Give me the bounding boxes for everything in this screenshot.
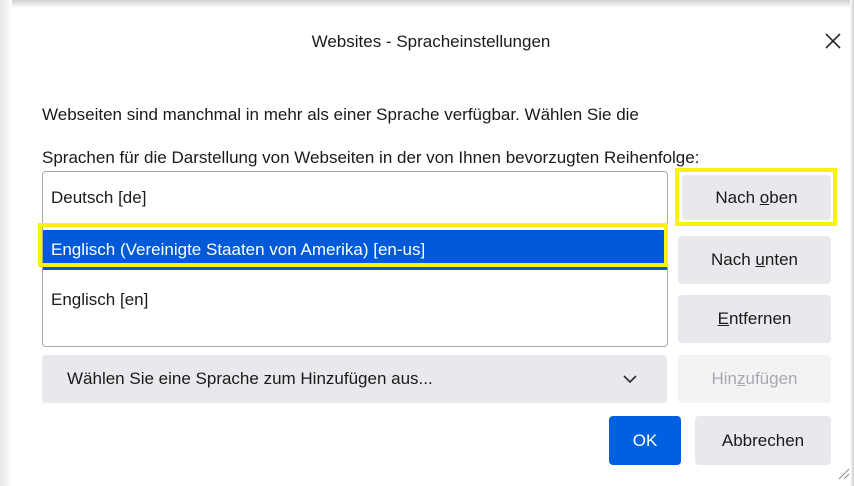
move-down-label-start: Nach [711,250,756,269]
language-select-value: Wählen Sie eine Sprache zum Hinzufügen a… [67,369,433,388]
dialog-title: Websites - Spracheinstellungen [311,32,551,51]
dialog-titlebar: Websites - Spracheinstellungen [12,8,850,78]
window-shadow-right [850,0,854,486]
chevron-down-icon [623,375,637,384]
close-button[interactable] [818,26,848,56]
add-label-start: Hin [711,369,737,388]
add-accesskey: z [737,369,746,388]
cancel-button[interactable]: Abbrechen [695,416,831,465]
language-item-en-us[interactable]: Englisch (Vereinigte Staaten von Amerika… [43,230,667,270]
language-item-de[interactable]: Deutsch [de] [43,178,667,218]
move-up-accesskey: o [759,188,770,207]
close-icon [825,33,841,49]
remove-label-end: ntfernen [728,309,792,328]
remove-accesskey: E [717,309,729,328]
move-down-label-end: nten [764,250,798,269]
move-down-button[interactable]: Nach unten [678,236,831,284]
description-line-2: Sprachen für die Darstellung von Webseit… [42,148,700,167]
language-item-en[interactable]: Englisch [en] [43,280,667,320]
window-shadow-top [0,0,854,8]
add-button[interactable]: Hinzufügen [678,355,831,403]
description-line-1: Webseiten sind manchmal in mehr als eine… [42,105,639,124]
remove-button[interactable]: Entfernen [678,295,831,343]
resize-grip-icon[interactable] [836,466,850,480]
ok-button[interactable]: OK [609,416,681,465]
language-list[interactable]: Deutsch [de] Englisch (Vereinigte Staate… [42,171,668,347]
move-up-button[interactable]: Nach oben [682,175,831,220]
language-settings-dialog: Websites - Spracheinstellungen Webseiten… [12,8,850,484]
window-shadow-left [0,0,12,486]
language-select[interactable]: Wählen Sie eine Sprache zum Hinzufügen a… [42,355,667,403]
add-label-end: ufügen [745,369,798,388]
move-up-label-end: ben [769,188,798,207]
move-up-label-start: Nach [715,188,760,207]
move-down-accesskey: u [755,250,765,269]
